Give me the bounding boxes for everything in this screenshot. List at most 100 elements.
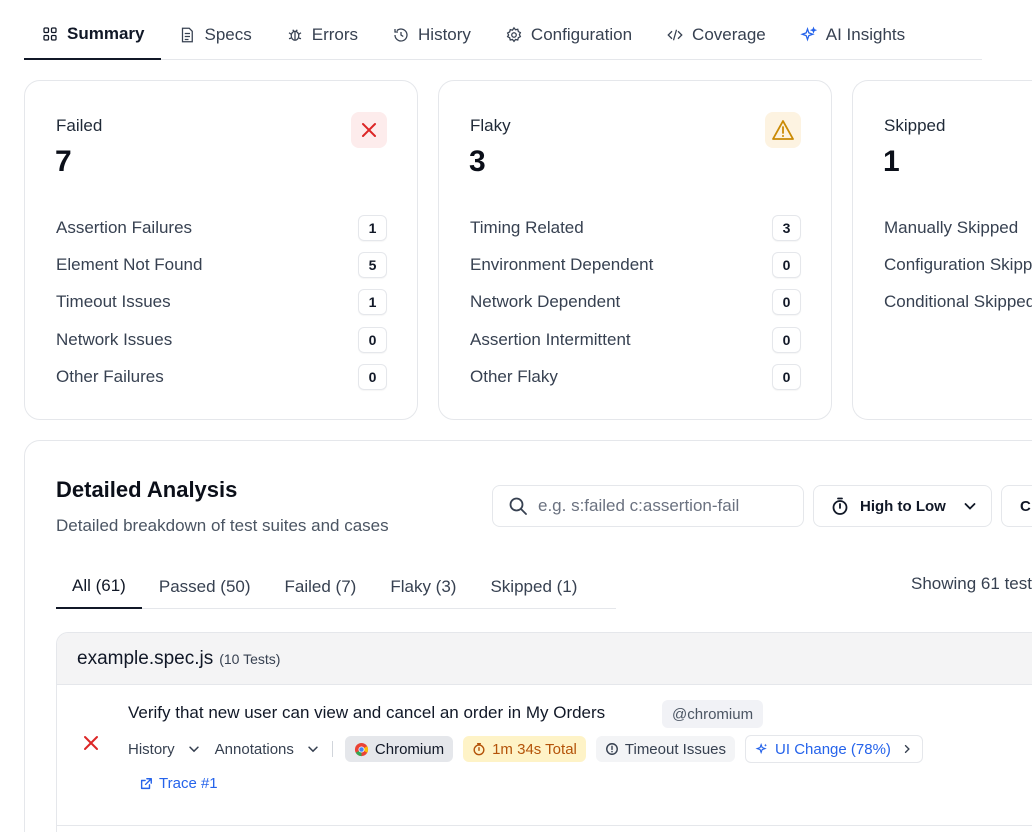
failed-status-icon [84, 736, 98, 750]
search-input[interactable] [538, 496, 788, 516]
tab-label: Specs [204, 24, 252, 44]
row-count: 0 [772, 326, 801, 353]
suite-header[interactable]: example.spec.js (10 Tests) [57, 633, 1032, 685]
divider [331, 741, 333, 757]
detailed-analysis-panel: Detailed Analysis Detailed breakdown of … [24, 440, 1032, 832]
breakdown-row: Network Dependent 0 [470, 284, 801, 321]
tab-specs[interactable]: Specs [161, 10, 268, 59]
tab-coverage[interactable]: Coverage [649, 10, 783, 59]
tab-configuration[interactable]: Configuration [488, 10, 649, 59]
skipped-card: Skipped 1 Manually Skipped Configuration… [852, 80, 1032, 420]
tab-label: History [418, 24, 471, 44]
chevron-down-icon [964, 503, 976, 510]
filter-tab-all[interactable]: All (61) [56, 565, 142, 609]
duration-label: 1m 34s Total [492, 740, 577, 758]
failed-card: Failed 7 Assertion Failures 1 Element Not… [24, 80, 418, 420]
row-label: Conditional Skipped [884, 292, 1032, 312]
bug-icon [288, 28, 302, 41]
grid-icon [43, 27, 57, 41]
chrome-icon [354, 742, 368, 756]
annotations-dropdown[interactable]: Annotations [215, 741, 320, 758]
card-count: 7 [55, 145, 72, 178]
tab-ai-insights[interactable]: AI Insights [783, 10, 922, 59]
breakdown-row: Manually Skipped [884, 209, 1032, 246]
card-title: Skipped [884, 116, 946, 135]
history-label: History [128, 740, 175, 758]
tab-errors[interactable]: Errors [269, 10, 375, 59]
tab-label: Configuration [530, 24, 633, 44]
row-count: 3 [772, 214, 801, 241]
row-count: 1 [358, 289, 387, 316]
breakdown-row: Element Not Found 5 [56, 246, 387, 283]
filter-tab-skipped[interactable]: Skipped (1) [473, 565, 594, 608]
tab-label: Errors [311, 24, 359, 44]
test-meta: History Annotations Chromium 1m 34s Tota… [128, 735, 933, 763]
search-icon [509, 497, 527, 515]
row-label: Other Failures [56, 366, 164, 386]
browser-tag: @chromium [662, 700, 764, 728]
chevron-right-icon [904, 744, 910, 754]
annotations-label: Annotations [214, 740, 294, 758]
extra-button[interactable]: C [1001, 485, 1032, 527]
warning-icon [765, 112, 801, 148]
breakdown-row: Configuration Skipped [884, 246, 1032, 283]
history-icon [394, 27, 408, 42]
sort-dropdown[interactable]: High to Low [813, 485, 992, 527]
browser-label: Chromium [374, 740, 445, 758]
card-title: Failed [56, 116, 103, 135]
breakdown-row: Environment Dependent 0 [470, 246, 801, 283]
history-dropdown[interactable]: History [128, 741, 201, 758]
filter-tab-flaky[interactable]: Flaky (3) [373, 565, 473, 608]
row-label: Manually Skipped [884, 217, 1019, 237]
tab-history[interactable]: History [375, 10, 488, 59]
suite-name: example.spec.js [77, 647, 214, 669]
results-count: Showing 61 tests [911, 574, 1032, 593]
sparkle-icon [800, 25, 817, 41]
sort-label: High to Low [860, 497, 946, 515]
breakdown-row: Conditional Skipped [884, 284, 1032, 321]
search-box[interactable] [492, 485, 804, 527]
row-label: Configuration Skipped [884, 254, 1032, 274]
breakdown-row: Other Failures 0 [56, 358, 387, 395]
row-count: 5 [358, 251, 387, 278]
row-count: 0 [358, 326, 387, 353]
row-label: Network Dependent [470, 292, 621, 312]
row-label: Network Issues [56, 329, 173, 349]
row-label: Timing Related [470, 217, 584, 237]
row-count: 0 [772, 289, 801, 316]
filter-tab-passed[interactable]: Passed (50) [142, 565, 268, 608]
x-icon [351, 112, 387, 148]
error-category-label: Timeout Issues [624, 740, 727, 758]
trace-label: Trace #1 [159, 775, 218, 792]
section-title: Detailed Analysis [56, 477, 238, 502]
breakdown-row: Network Issues 0 [56, 321, 387, 358]
breakdown-row: Assertion Intermittent 0 [470, 321, 801, 358]
gear-icon [506, 26, 522, 42]
test-title[interactable]: Verify that new user can view and cancel… [128, 703, 605, 723]
row-count: 0 [358, 363, 387, 390]
tab-label: Coverage [692, 24, 766, 44]
breakdown-row: Timing Related 3 [470, 209, 801, 246]
trace-link[interactable]: Trace #1 [139, 775, 218, 792]
breakdown-row: Other Flaky 0 [470, 358, 801, 395]
row-label: Assertion Failures [56, 217, 193, 237]
chevron-down-icon [188, 746, 199, 753]
row-count: 0 [772, 251, 801, 278]
filter-tab-failed[interactable]: Failed (7) [268, 565, 374, 608]
row-label: Assertion Intermittent [470, 329, 631, 349]
stopwatch-icon [473, 743, 485, 756]
duration-chip: 1m 34s Total [463, 736, 586, 762]
tab-summary[interactable]: Summary [24, 10, 162, 60]
external-link-icon [140, 777, 152, 789]
row-label: Timeout Issues [56, 292, 171, 312]
tab-label: Summary [67, 24, 145, 43]
ai-insight-chip[interactable]: UI Change (78%) [745, 735, 923, 763]
alert-circle-icon [605, 743, 618, 755]
suite-group: example.spec.js (10 Tests) Verify that n… [56, 632, 1032, 832]
document-icon [182, 27, 194, 42]
browser-chip: Chromium [344, 736, 454, 762]
row-label: Element Not Found [56, 254, 203, 274]
row-count: 0 [772, 363, 801, 390]
card-count: 1 [883, 145, 900, 178]
sparkle-icon [755, 742, 768, 755]
